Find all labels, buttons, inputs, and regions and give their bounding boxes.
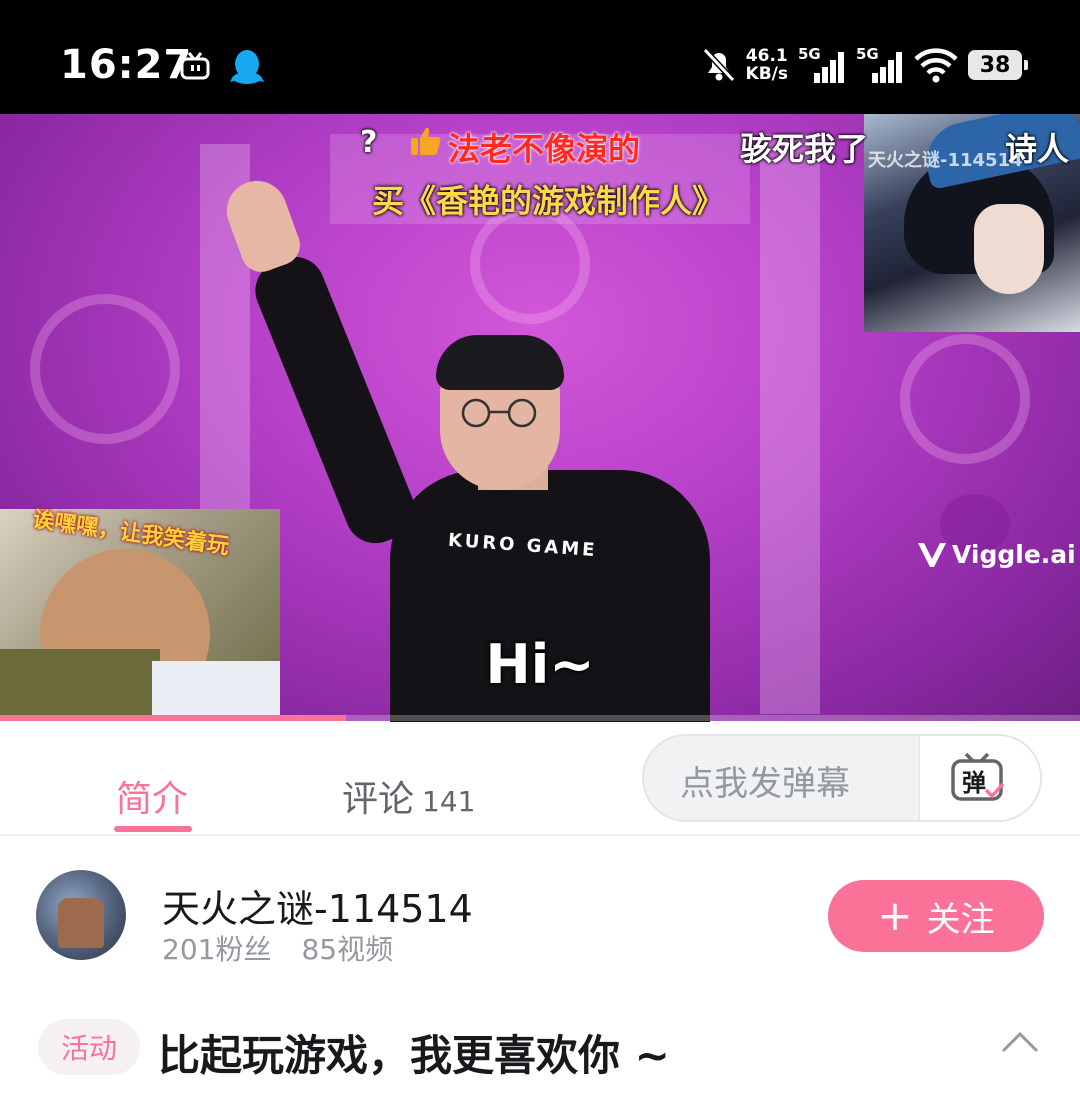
danmaku-yellow: 买《香艳的游戏制作人》 <box>372 182 725 220</box>
thumbs-up-icon <box>411 127 441 155</box>
glasses <box>461 398 537 428</box>
wifi-icon <box>914 48 958 83</box>
video-watermark: 天火之谜-114514 <box>868 150 1023 171</box>
video-subtitle: Hi~ <box>485 633 595 696</box>
uploader-name[interactable]: 天火之谜-114514 <box>162 878 473 933</box>
comment-count: 141 <box>422 785 476 818</box>
qq-icon <box>230 50 264 84</box>
video-title: 比起玩游戏，我更喜欢你 ~ <box>158 1031 670 1080</box>
viggle-watermark: Viggle.ai <box>916 540 1076 569</box>
stage-ornament <box>470 204 590 324</box>
viggle-label: Viggle.ai <box>952 540 1076 569</box>
stage-ornament <box>30 294 180 444</box>
video-count: 85视频 <box>301 933 394 966</box>
chevron-up-icon[interactable] <box>1000 1030 1040 1054</box>
danmaku-button-label: 弹 <box>962 769 986 797</box>
danmaku-white: 骇死我了 <box>740 130 869 168</box>
signal-icon-2: 5G <box>856 45 904 85</box>
viggle-logo-icon <box>918 542 946 567</box>
status-right: 46.1 KB/s 5G 5G 38 <box>702 40 1028 90</box>
status-bar: 16:27 46.1 KB/s 5G 5G 38 <box>0 0 1080 114</box>
signal-icon: 5G <box>798 45 846 85</box>
danmaku-input-box[interactable]: 点我发弹幕 弹 <box>642 734 1042 822</box>
speed-unit: KB/s <box>745 64 788 84</box>
danmaku-red: 法老不像演的 <box>448 130 641 168</box>
uploader-stats: 201粉丝 85视频 <box>162 928 393 968</box>
battery-icon: 38 <box>968 50 1028 80</box>
tab-intro[interactable]: 简介 <box>116 770 188 822</box>
tab-comments-label: 评论 <box>342 779 415 820</box>
tab-comments[interactable]: 评论 141 <box>342 770 475 822</box>
stage-ornament <box>900 334 1030 464</box>
person-hair <box>436 335 564 390</box>
mute-icon <box>702 47 735 83</box>
clock: 16:27 <box>60 42 193 88</box>
danmaku-icon: 弹 <box>951 752 1005 801</box>
avatar[interactable] <box>36 870 126 960</box>
progress-bar-fill <box>0 715 346 721</box>
speed-value: 46.1 <box>745 46 788 66</box>
danmaku-input[interactable]: 点我发弹幕 <box>680 756 850 805</box>
follow-button[interactable]: + 关注 <box>828 880 1044 952</box>
tv-icon <box>180 52 210 80</box>
activity-tag[interactable]: 活动 <box>38 1019 140 1075</box>
plus-icon: + <box>877 891 913 940</box>
tab-active-indicator <box>114 826 192 832</box>
follow-label: 关注 <box>926 899 995 940</box>
danmaku-toggle-button[interactable]: 弹 <box>919 736 1040 820</box>
tab-bar: 简介 评论 141 点我发弹幕 弹 <box>0 722 1080 836</box>
follower-count: 201粉丝 <box>162 933 272 966</box>
stage-pillar <box>760 134 820 714</box>
danmaku-question: ? <box>360 125 378 160</box>
network-speed: 46.1 KB/s <box>746 47 788 83</box>
